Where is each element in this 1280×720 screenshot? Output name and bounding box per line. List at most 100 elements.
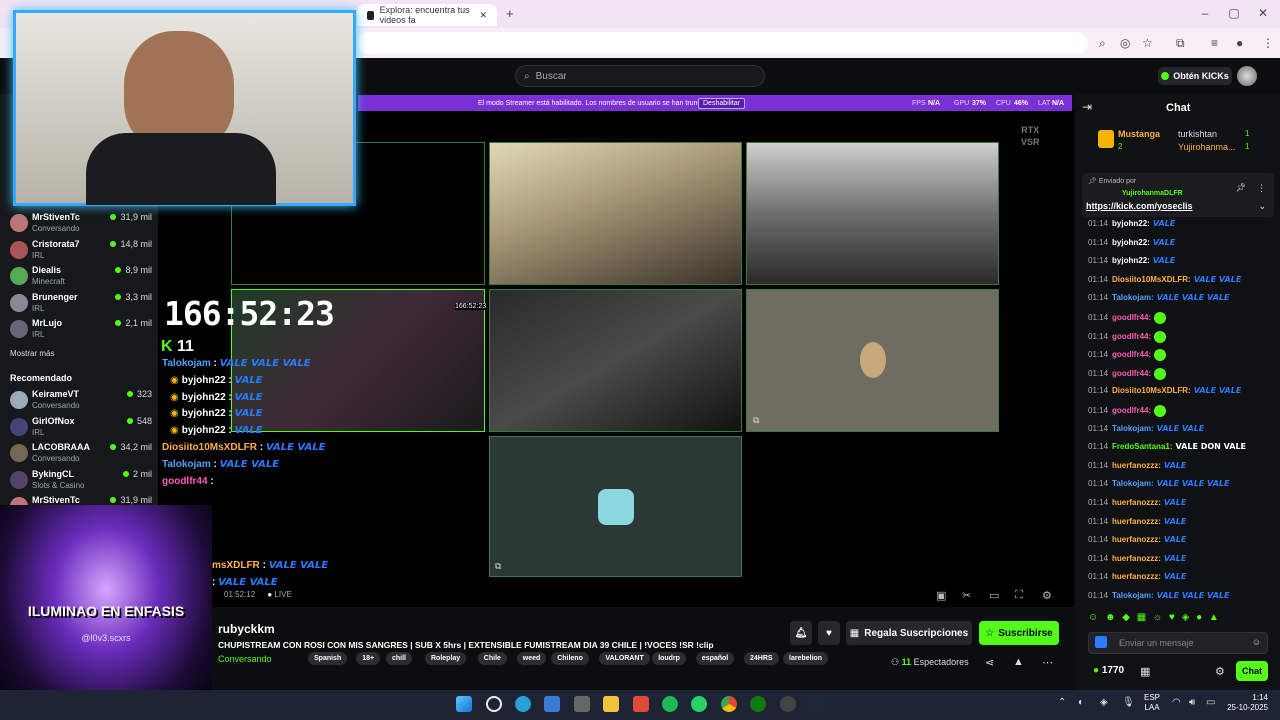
clock[interactable]: 1:14 25-10-2025 — [1226, 693, 1268, 713]
stream-tag[interactable]: 24HRS — [744, 652, 779, 665]
chat-message[interactable]: 01:14 byjohn22: VALE — [1088, 219, 1175, 228]
file-explorer-icon[interactable] — [603, 696, 619, 712]
zoom-icon[interactable]: ⌕ — [1099, 36, 1106, 51]
user-avatar[interactable] — [1237, 66, 1257, 86]
extensions-icon[interactable]: ⧉ — [1176, 36, 1185, 51]
chat-user[interactable]: huerfanozzz: — [1112, 517, 1161, 526]
chat-user[interactable]: goodlfr44: — [1112, 332, 1151, 341]
search-input[interactable]: ⌕ Buscar — [515, 65, 765, 87]
obs-icon[interactable] — [780, 696, 796, 712]
stream-tag[interactable]: chill — [386, 652, 413, 665]
chat-user[interactable]: Talokojam: — [1112, 479, 1154, 488]
chat-user[interactable]: huerfanozzz: — [1112, 461, 1161, 470]
pinned-menu-icon[interactable]: ⋮ — [1257, 183, 1266, 194]
settings-icon[interactable]: ⚙ — [1042, 589, 1052, 602]
notification-bell-icon[interactable]: 🔔︎ — [790, 621, 812, 645]
chat-message[interactable]: 01:14 goodlfr44: — [1088, 312, 1167, 324]
battery-icon[interactable]: ▭ — [1206, 697, 1215, 708]
recommended-channel[interactable]: BykingCL Slots & Casino 2 mil — [10, 469, 152, 493]
chat-user[interactable]: byjohn22: — [1112, 238, 1150, 247]
chat-message[interactable]: 01:14 goodlfr44: — [1088, 349, 1167, 362]
chat-user[interactable]: huerfanozzz: — [1112, 535, 1161, 544]
chat-user[interactable]: Diosiito10MsXDLFR: — [1112, 386, 1191, 395]
chat-message[interactable]: 01:14 Talokojam: VALE VALE VALE — [1088, 591, 1229, 600]
stream-tag[interactable]: VALORANT — [599, 652, 650, 665]
chat-message[interactable]: 01:14 huerfanozzz: VALE — [1088, 517, 1186, 526]
chat-user[interactable]: huerfanozzz: — [1112, 554, 1161, 563]
steam-icon[interactable] — [809, 696, 825, 712]
kicks-balance[interactable]: ● 1770 — [1093, 665, 1124, 676]
channels-channel[interactable]: MrStivenTc Conversando 31,9 mil — [10, 212, 152, 236]
chrome-icon[interactable] — [721, 696, 737, 712]
show-more-link[interactable]: Mostrar más — [10, 349, 54, 358]
channels-channel[interactable]: MrLujo IRL 2,1 mil — [10, 318, 152, 342]
chat-message[interactable]: 01:14 Talokojam: VALE VALE VALE — [1088, 293, 1229, 302]
chat-message[interactable]: 01:14 Talokojam: VALE VALE VALE — [1088, 479, 1229, 488]
chat-message[interactable]: 01:14 Talokojam: VALE VALE — [1088, 424, 1204, 433]
chat-user[interactable]: goodlfr44: — [1112, 406, 1151, 415]
stream-tag[interactable]: Chile — [477, 652, 507, 665]
chat-message[interactable]: 01:14 huerfanozzz: VALE — [1088, 535, 1186, 544]
volume-icon[interactable]: 🔊︎ — [1189, 697, 1195, 708]
chat-message[interactable]: 01:14 byjohn22: VALE — [1088, 256, 1175, 265]
pip-icon[interactable]: ⧉ — [753, 415, 759, 426]
stream-tag[interactable]: larebelion — [783, 652, 829, 665]
chat-user[interactable]: huerfanozzz: — [1112, 572, 1161, 581]
windows-start-icon[interactable] — [456, 696, 472, 712]
channels-channel[interactable]: Brunenger IRL 3,3 mil — [10, 292, 152, 316]
recommended-channel[interactable]: GirlOfNox IRL 548 — [10, 416, 152, 440]
channels-channel[interactable]: Cristorata7 IRL 14,8 mil — [10, 239, 152, 263]
stream-category[interactable]: Conversando — [218, 654, 272, 664]
cast-icon[interactable]: ▭ — [989, 589, 999, 602]
reading-list-icon[interactable]: ≡ — [1211, 36, 1218, 50]
get-kicks-button[interactable]: Obtén KICKs — [1158, 67, 1232, 85]
theater-icon[interactable]: ▣ — [936, 589, 946, 602]
fullscreen-icon[interactable]: ⛶ — [1015, 589, 1023, 602]
tray-app2-icon[interactable]: ◈ — [1100, 697, 1108, 708]
stream-tag[interactable]: 18+ — [356, 652, 381, 665]
chat-message[interactable]: 01:14 goodlfr44: — [1088, 405, 1167, 417]
chat-user[interactable]: Talokojam: — [1112, 293, 1154, 302]
chat-message[interactable]: 01:14 huerfanozzz: VALE — [1088, 498, 1186, 507]
chat-message[interactable]: 01:14 huerfanozzz: VALE — [1088, 572, 1186, 581]
new-tab-button[interactable]: + — [506, 6, 514, 21]
share-icon[interactable]: ⋖ — [985, 656, 994, 669]
url-field[interactable] — [358, 32, 1088, 54]
edge-icon[interactable] — [515, 696, 531, 712]
tab-close-icon[interactable]: ✕ — [479, 10, 487, 21]
emote-row[interactable]: ☺ ☻ ◆ ▦ ☼ ♥ ◈ ● ▲ — [1088, 612, 1268, 626]
chat-user[interactable]: goodlfr44: — [1112, 350, 1151, 359]
follow-heart-icon[interactable]: ♥ — [818, 621, 840, 645]
pin-icon[interactable]: 📌︎ — [1236, 183, 1246, 192]
chat-user[interactable]: Talokojam: — [1112, 424, 1154, 433]
stream-tag[interactable]: Chileno — [551, 652, 589, 665]
taskbar-search-icon[interactable] — [486, 696, 502, 712]
calendar-icon[interactable]: ▦ — [1140, 665, 1150, 678]
report-icon[interactable]: ▲ — [1013, 656, 1024, 668]
store-icon[interactable] — [544, 696, 560, 712]
chat-message[interactable]: 01:14 byjohn22: VALE — [1088, 238, 1175, 247]
chat-user[interactable]: byjohn22: — [1112, 256, 1150, 265]
browser-tab[interactable]: Explora: encuentra tus videos fa ✕ — [357, 4, 497, 26]
language-indicator[interactable]: ESP LAA — [1144, 693, 1160, 713]
bookmark-star-icon[interactable]: ☆ — [1142, 36, 1153, 50]
window-close-icon[interactable]: ✕ — [1256, 6, 1270, 20]
wifi-icon[interactable]: ◠ — [1172, 697, 1181, 708]
gift-subs-button[interactable]: ▦ Regala Suscripciones — [846, 621, 972, 645]
stream-tag[interactable]: weed — [516, 652, 547, 665]
tray-app-icon[interactable]: ◐ — [1078, 697, 1084, 708]
browser-menu-icon[interactable]: ⋮ — [1262, 36, 1274, 50]
mic-icon[interactable]: 🎙︎ — [1122, 697, 1135, 708]
screen-capture-icon[interactable] — [633, 696, 649, 712]
subscribe-button[interactable]: ☆ Suscribirse — [979, 621, 1059, 645]
chat-emote-picker-icon[interactable] — [1095, 636, 1107, 648]
clip-icon[interactable]: ✂ — [962, 589, 971, 602]
disable-streamer-button[interactable]: Deshabilitar — [698, 97, 745, 109]
chat-message[interactable]: 01:14 goodlfr44: — [1088, 330, 1167, 343]
stream-tag[interactable]: loudrp — [652, 652, 686, 665]
pip-icon-2[interactable]: ⧉ — [495, 561, 501, 572]
chat-user[interactable]: FredoSantana1: — [1112, 442, 1172, 451]
chat-message[interactable]: 01:14 Diosiito10MsXDLFR: VALE VALE — [1088, 386, 1241, 395]
chat-user[interactable]: byjohn22: — [1112, 219, 1150, 228]
profile-icon[interactable]: ● — [1236, 36, 1243, 50]
